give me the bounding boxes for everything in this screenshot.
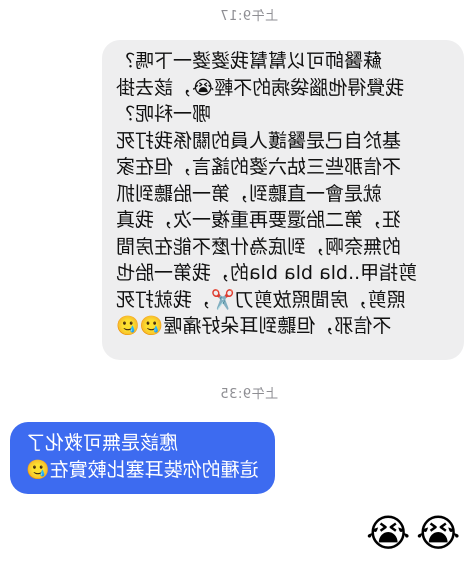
chat-thread: 上午9:17 蘇醫師可以幫幫我婆婆一下嗎？ 我覺得他腦袋病的不輕😭，該去掛 哪一… [0,0,474,573]
message-text-line: 蘇醫師可以幫幫我婆婆一下嗎？ [116,50,383,72]
message-timestamp: 上午9:35 [219,387,279,402]
message-text-line: 應該是無可救化了 [26,432,179,454]
crying-face-emoji-message[interactable]: 😭 [366,511,410,555]
crying-face-emoji-message[interactable]: 😭 [416,511,460,555]
message-text-line: 就是會一直聽到，第一胎聽到抓 [116,182,383,205]
message-text-line: 哪一科呢？ [116,103,212,125]
message-timestamp: 上午9:17 [219,9,279,24]
message-text-line: 狂，第二胎還要再重複一次，我真 [116,209,402,231]
incoming-message-bubble[interactable]: 蘇醫師可以幫幫我婆婆一下嗎？ 我覺得他腦袋病的不輕😭，該去掛 哪一科呢？ 基於自… [102,40,464,360]
outgoing-message-bubble[interactable]: 應該是無可救化了 這種的你裝耳塞比較實在🥲 [10,422,275,494]
message-text-line: 不信那些三姑六婆的謠言，但在家 [116,156,402,178]
message-text-line: 照剪，房間照放剪刀✂️，我就打死 [116,288,406,311]
message-text-line: 我覺得他腦袋病的不輕😭，該去掛 [116,76,405,99]
message-text-line: 基於自己是醫護人員的關係我打死 [116,129,402,152]
message-text-line: 這種的你裝耳塞比較實在🥲 [26,458,259,481]
message-text-line: 剪指甲..bla bla bla的，我第一胎也 [116,262,418,284]
message-text-line: 不信邪，但聽到耳朵好痛喔🥲🥲 [116,315,392,337]
message-text-line: 的無奈啊，到底為什麼不能在房間 [116,235,402,258]
